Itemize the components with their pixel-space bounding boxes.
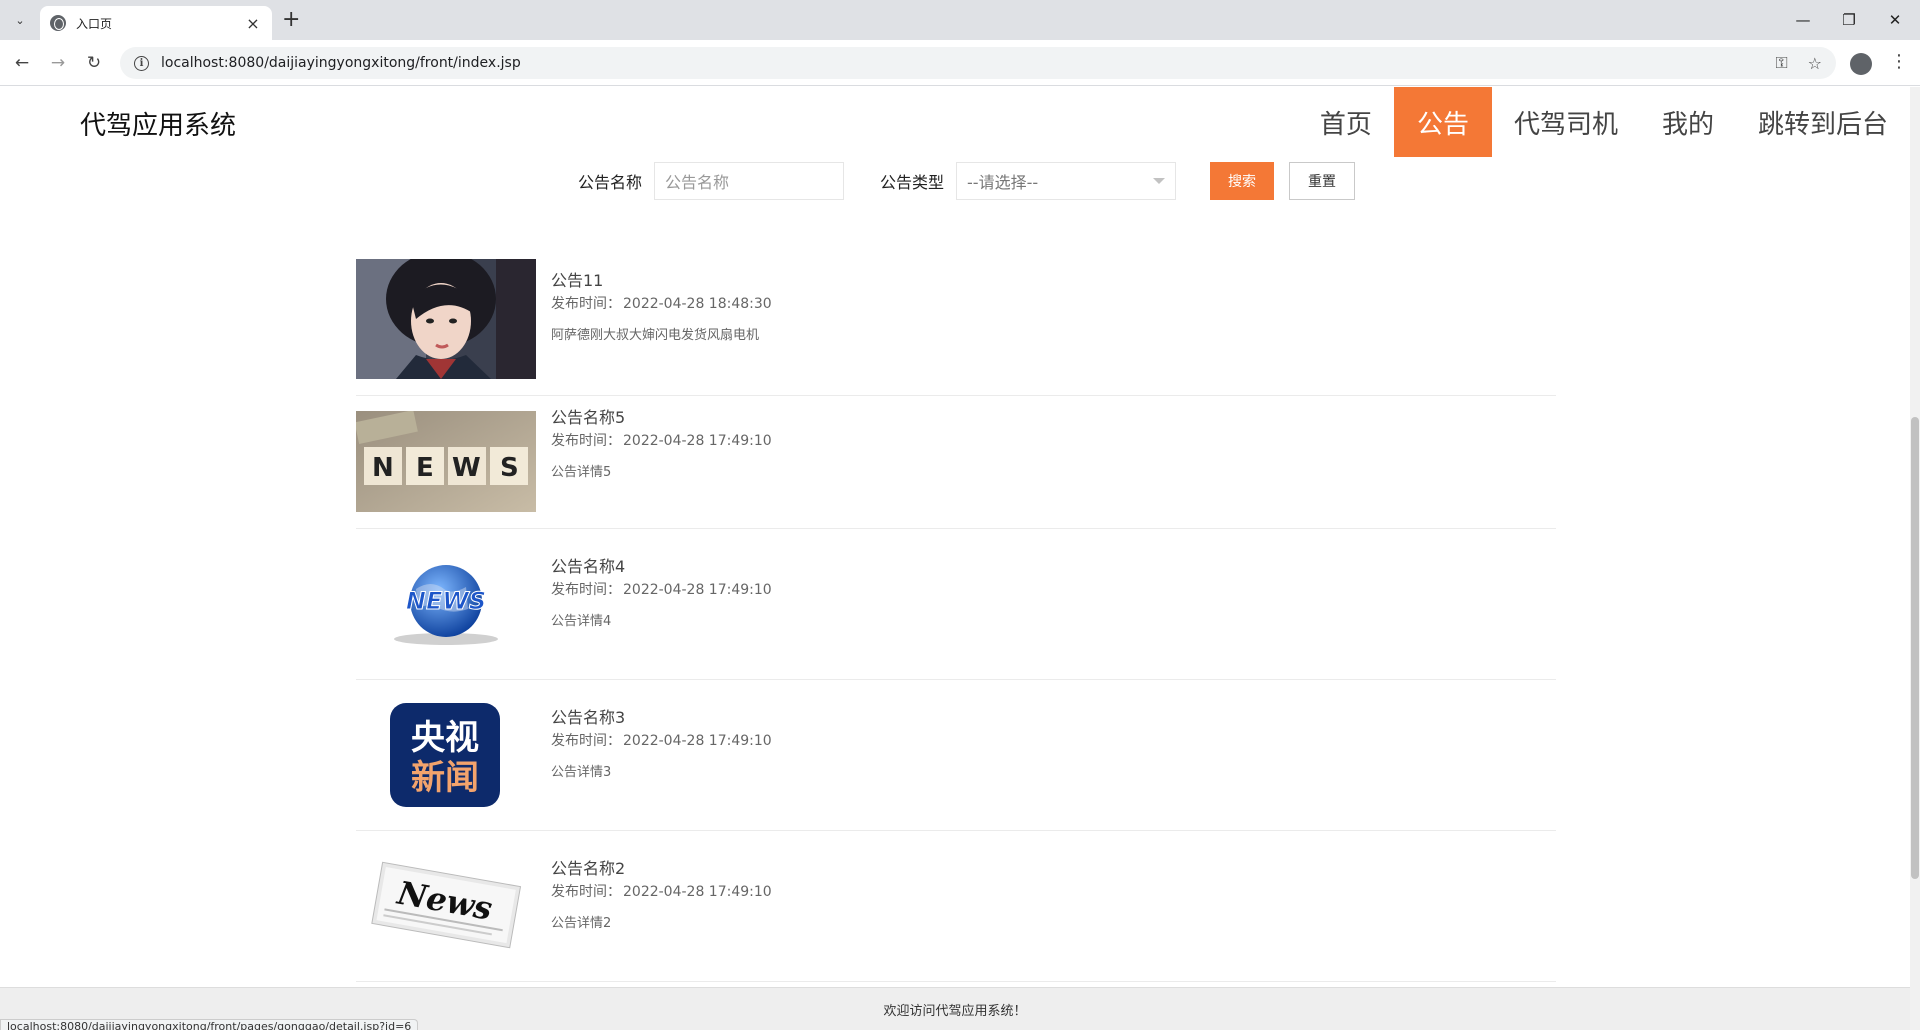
notice-title[interactable]: 公告名称5 (551, 404, 625, 428)
notice-time-value: 2022-04-28 17:49:10 (623, 733, 772, 749)
window-close-icon[interactable]: ✕ (1872, 0, 1918, 40)
site-header: 代驾应用系统 首页 公告 代驾司机 我的 跳转到后台 (0, 87, 1910, 157)
notice-time-value: 2022-04-28 17:49:10 (623, 433, 772, 449)
browser-menu-icon[interactable]: ⋮ (1890, 51, 1908, 72)
back-arrow-icon[interactable]: ← (10, 51, 34, 75)
key-icon[interactable]: ⚿ (1775, 53, 1787, 73)
reset-button[interactable]: 重置 (1289, 162, 1356, 200)
notice-time-label: 发布时间： (551, 884, 621, 900)
notice-time-label: 发布时间： (551, 433, 621, 449)
notice-desc: 公告详情4 (551, 614, 612, 629)
notice-time: 发布时间： 2022-04-28 17:49:10 (551, 579, 772, 599)
notice-image[interactable]: 央视 新闻 (356, 695, 536, 815)
profile-avatar-icon[interactable] (1850, 53, 1872, 75)
notice-type-selected: --请选择-- (967, 173, 1039, 192)
dice-letter-w: W (452, 453, 481, 483)
nav-item-admin[interactable]: 跳转到后台 (1736, 87, 1910, 157)
main-nav: 首页 公告 代驾司机 我的 跳转到后台 (1298, 87, 1910, 157)
address-url[interactable]: localhost:8080/daijiayingyongxitong/fron… (161, 55, 1755, 71)
bookmark-star-icon[interactable]: ☆ (1808, 54, 1822, 73)
address-bar[interactable]: i localhost:8080/daijiayingyongxitong/fr… (120, 47, 1836, 79)
tab-search-chevron-icon[interactable]: ⌄ (8, 8, 32, 32)
globe-icon (50, 15, 66, 31)
nav-item-mine[interactable]: 我的 (1640, 87, 1736, 157)
globe-news-word: NEWS (406, 587, 486, 615)
notice-time-value: 2022-04-28 17:49:10 (623, 884, 772, 900)
list-item[interactable]: NEWS 公告名称4 发布时间： 2022-04-28 17:49:10 公告详情… (356, 529, 1556, 680)
new-tab-plus-icon[interactable]: + (282, 8, 300, 32)
notice-title[interactable]: 公告名称3 (551, 704, 625, 728)
notice-image[interactable] (356, 259, 536, 379)
notice-desc: 阿萨德刚大叔大婶闪电发货风扇电机 (551, 328, 760, 343)
caret-down-icon (1153, 178, 1166, 184)
notice-name-label: 公告名称 (578, 173, 643, 192)
notice-time: 发布时间： 2022-04-28 17:49:10 (551, 430, 772, 450)
dice-letter-n: N (372, 453, 394, 483)
dice-letter-s: S (500, 453, 519, 483)
notice-image[interactable]: N E W S (356, 411, 536, 512)
forward-arrow-icon[interactable]: → (46, 51, 70, 75)
notice-time: 发布时间： 2022-04-28 17:49:10 (551, 881, 772, 901)
list-item[interactable]: 央视 新闻 公告名称3 发布时间： 2022-04-28 17:49:10 公告详… (356, 680, 1556, 831)
cctv-logo-line2: 新闻 (411, 758, 479, 798)
page-content: 代驾应用系统 首页 公告 代驾司机 我的 跳转到后台 公告名称 公告名称 公告类… (0, 87, 1910, 1030)
notice-type-select[interactable]: --请选择-- (956, 162, 1177, 200)
notice-time-label: 发布时间： (551, 733, 621, 749)
nav-item-drivers[interactable]: 代驾司机 (1492, 87, 1640, 157)
search-button[interactable]: 搜索 (1210, 162, 1275, 200)
minimize-icon[interactable]: — (1780, 0, 1826, 40)
notice-desc: 公告详情5 (551, 465, 612, 480)
search-form: 公告名称 公告名称 公告类型 --请选择-- 搜索 重置 (578, 162, 1356, 200)
notice-image[interactable]: NEWS (356, 539, 536, 659)
page-scrollbar[interactable] (1910, 87, 1920, 1030)
nav-item-home[interactable]: 首页 (1298, 87, 1394, 157)
notice-type-label: 公告类型 (880, 173, 945, 192)
notice-image[interactable]: News (356, 846, 536, 966)
notice-desc: 公告详情2 (551, 916, 612, 931)
status-url-bar: localhost:8080/daijiayingyongxitong/fron… (0, 1019, 419, 1030)
site-info-icon[interactable]: i (134, 55, 149, 71)
browser-tab[interactable]: 入口页 × (40, 6, 272, 40)
notice-time: 发布时间： 2022-04-28 17:49:10 (551, 730, 772, 750)
notice-desc: 公告详情3 (551, 765, 612, 780)
notice-name-input[interactable]: 公告名称 (654, 162, 845, 200)
notice-time: 发布时间： 2022-04-28 18:48:30 (551, 293, 772, 313)
restore-icon[interactable]: ❐ (1826, 0, 1872, 40)
notice-title[interactable]: 公告名称2 (551, 855, 625, 879)
nav-item-notice[interactable]: 公告 (1393, 87, 1492, 157)
notice-title[interactable]: 公告11 (551, 267, 603, 291)
browser-tabstrip: ⌄ 入口页 × + — ❐ ✕ (0, 0, 1920, 40)
scrollbar-thumb[interactable] (1911, 417, 1919, 879)
list-item[interactable]: N E W S 公告名称5 发布时间： 2022-04-28 17:49:10 公… (356, 396, 1556, 529)
notice-title[interactable]: 公告名称4 (551, 553, 625, 577)
tab-title: 入口页 (76, 16, 113, 31)
tab-close-icon[interactable]: × (244, 14, 262, 33)
notice-time-label: 发布时间： (551, 582, 621, 598)
list-item[interactable]: News 公告名称2 发布时间： 2022-04-28 17:49:10 公告详情… (356, 831, 1556, 982)
dice-letter-e: E (416, 453, 434, 483)
notice-time-label: 发布时间： (551, 296, 621, 312)
notice-time-value: 2022-04-28 18:48:30 (623, 296, 772, 312)
reload-icon[interactable]: ↻ (82, 51, 106, 75)
list-item[interactable]: 公告11 发布时间： 2022-04-28 18:48:30 阿萨德刚大叔大婶闪电… (356, 259, 1556, 396)
notice-time-value: 2022-04-28 17:49:10 (623, 582, 772, 598)
site-brand[interactable]: 代驾应用系统 (80, 105, 236, 142)
browser-toolbar: ← → ↻ i localhost:8080/daijiayingyongxit… (0, 40, 1920, 86)
cctv-logo-line1: 央视 (411, 718, 479, 758)
